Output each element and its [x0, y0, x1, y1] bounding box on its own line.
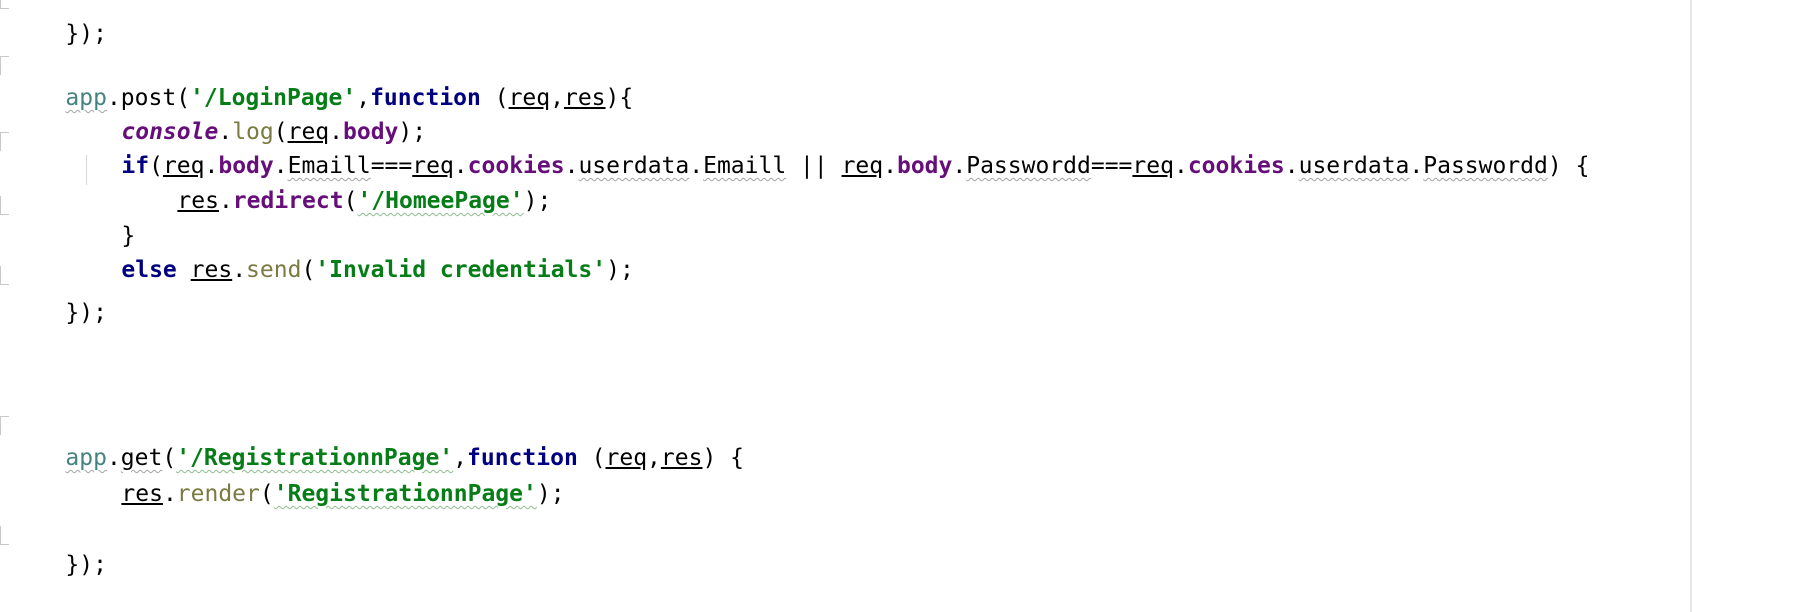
code-punct: ); [536, 481, 565, 507]
code-text: }); [65, 21, 107, 47]
code-punct: , [550, 85, 564, 111]
view-name-string: 'RegistrationnPage' [273, 481, 537, 507]
code-line[interactable]: app.post('/LoginPage',function (req,res)… [10, 47, 633, 111]
code-punct: ( [480, 85, 509, 111]
code-punct: , [647, 445, 661, 471]
code-line[interactable]: if(req.body.Emaill===req.cookies.userdat… [10, 115, 1589, 179]
code-punct: ( [301, 257, 316, 283]
fold-start-icon[interactable] [0, 56, 9, 75]
cookies-property: cookies [1187, 153, 1285, 179]
req-ref: req [841, 153, 884, 179]
param-res: res [660, 445, 703, 471]
res-ref: res [190, 257, 233, 283]
password-property: Passwordd [966, 153, 1091, 179]
userdata-property: userdata [578, 153, 690, 179]
code-operator: || [786, 153, 842, 179]
code-punct: ); [606, 257, 634, 283]
else-keyword: else [121, 257, 177, 283]
code-punct: ); [523, 188, 552, 214]
param-req: req [508, 85, 551, 111]
fold-start-icon[interactable] [0, 132, 9, 151]
userdata-property: userdata [1298, 153, 1410, 179]
fold-start-icon[interactable] [0, 416, 9, 435]
code-line[interactable]: }); [10, 262, 107, 326]
code-line[interactable]: console.log(req.body); [10, 81, 426, 145]
fold-end-icon[interactable] [0, 0, 9, 9]
redirect-call: redirect [232, 188, 344, 214]
param-res: res [563, 85, 606, 111]
code-line[interactable]: res.render('RegistrationnPage'); [10, 443, 564, 507]
code-punct: ) { [702, 445, 744, 471]
code-line[interactable]: app.get('/RegistrationnPage',function (r… [10, 407, 744, 471]
req-ref: req [1132, 153, 1174, 179]
code-punct: ( [259, 481, 274, 507]
code-punct: ( [343, 188, 358, 214]
code-punct: ){ [605, 85, 634, 111]
res-ref: res [121, 481, 163, 507]
fold-end-icon[interactable] [0, 196, 9, 215]
code-editor[interactable]: }); app.post('/LoginPage',function (req,… [0, 0, 1810, 612]
right-margin-guide [1690, 0, 1692, 612]
code-punct: }); [65, 300, 107, 326]
fold-end-icon[interactable] [0, 526, 9, 545]
email-property: Emaill [703, 153, 787, 179]
code-operator: === [1090, 153, 1133, 179]
code-line[interactable]: }); [10, 0, 107, 47]
code-punct: ) { [1547, 153, 1590, 179]
code-punct: ( [577, 445, 606, 471]
param-req: req [605, 445, 648, 471]
send-call: send [246, 257, 302, 283]
password-property: Passwordd [1423, 153, 1548, 179]
code-line[interactable]: } [10, 185, 135, 249]
body-property: body [896, 153, 953, 179]
code-line[interactable]: res.redirect('/HomeePage'); [10, 150, 551, 214]
redirect-route-string: '/HomeePage' [357, 188, 524, 214]
code-line[interactable]: }); [10, 514, 107, 578]
res-ref: res [177, 188, 219, 214]
fold-end-icon[interactable] [0, 266, 9, 285]
code-line[interactable]: else res.send('Invalid credentials'); [10, 219, 633, 283]
code-punct: }); [65, 552, 107, 578]
error-message-string: 'Invalid credentials' [315, 257, 607, 283]
render-call: render [176, 481, 260, 507]
